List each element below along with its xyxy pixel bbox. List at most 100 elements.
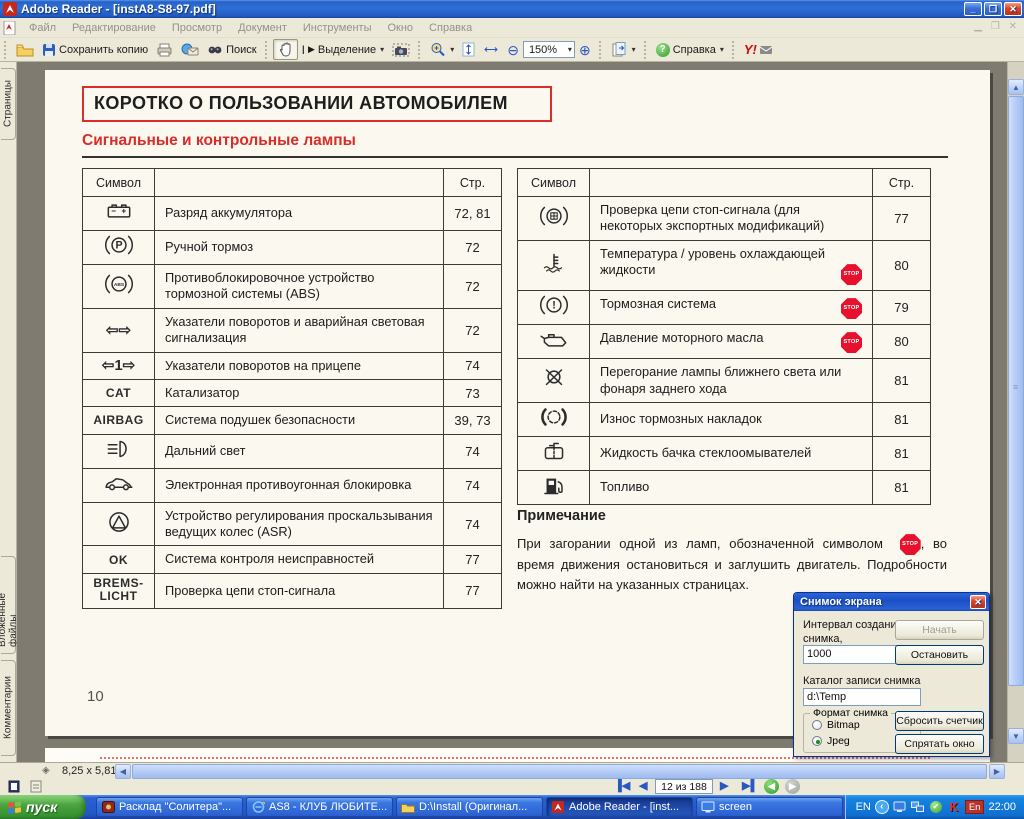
- open-button[interactable]: [12, 39, 38, 60]
- table-row: Износ тормозных накладок81: [518, 402, 931, 436]
- fit-width-button[interactable]: [479, 39, 503, 60]
- antivirus-ok-tray-icon[interactable]: ✔: [929, 801, 943, 814]
- tab-attachments[interactable]: Вложенные файлы: [1, 556, 16, 654]
- taskbar: пуск Расклад "Солитера"...AS8 - КЛУБ ЛЮБ…: [0, 795, 1024, 819]
- taskbar-task-1[interactable]: AS8 - КЛУБ ЛЮБИТЕ...: [246, 797, 393, 817]
- tray-chevron-icon[interactable]: ‹: [875, 800, 889, 814]
- menu-item-4[interactable]: Инструменты: [295, 20, 380, 36]
- minus-circle-icon: ⊖: [507, 43, 519, 57]
- menu-item-0[interactable]: Файл: [21, 20, 64, 36]
- snapshot-button[interactable]: [388, 39, 414, 60]
- taskbar-task-2[interactable]: D:\Install (Оригинал...: [396, 797, 543, 817]
- window-titlebar[interactable]: Adobe Reader - [instA8-S8-97.pdf] _ ❐ ✕: [0, 0, 1024, 18]
- directory-input[interactable]: d:\Temp: [803, 688, 921, 706]
- reset-counter-button[interactable]: Сбросить счетчик: [895, 711, 984, 731]
- taskbar-task-3[interactable]: Adobe Reader - [inst...: [546, 797, 693, 817]
- zoom-in-button[interactable]: ⊕: [575, 39, 595, 60]
- restore-button[interactable]: ❐: [984, 2, 1002, 16]
- stop-sign-icon: STOP: [841, 298, 862, 319]
- menu-item-3[interactable]: Документ: [230, 20, 295, 36]
- signal-lamps-table-right: СимволСтр.Проверка цепи стоп-сигнала (дл…: [517, 168, 931, 505]
- interval-input[interactable]: 1000 ▲▼: [803, 645, 903, 664]
- email-button[interactable]: [177, 39, 203, 60]
- scroll-left-button[interactable]: ◀: [115, 764, 131, 779]
- print-button[interactable]: [152, 39, 177, 60]
- start-button[interactable]: Начать: [895, 620, 984, 640]
- coolant-temp-icon: [538, 261, 570, 278]
- table-row: ⇦1⇨Указатели поворотов на прицепе74: [83, 352, 502, 379]
- page-nav-input[interactable]: 12 из 188: [655, 779, 713, 794]
- system-tray: EN ‹ ✔ K En 22:00: [845, 795, 1024, 819]
- clock[interactable]: 22:00: [988, 801, 1016, 813]
- radio-jpeg[interactable]: [812, 736, 822, 746]
- save-copy-label: Сохранить копию: [59, 44, 148, 56]
- menu-item-6[interactable]: Справка: [421, 20, 480, 36]
- zoom-in-tool-button[interactable]: ▾: [426, 39, 458, 60]
- next-page-button[interactable]: ▶: [720, 779, 728, 792]
- pane-splitter-icon[interactable]: ◈: [42, 765, 50, 776]
- menu-item-1[interactable]: Редактирование: [64, 20, 164, 36]
- mdi-window-buttons[interactable]: ▁ ❐ ✕: [974, 21, 1020, 32]
- scrollbar-thumb[interactable]: [1008, 96, 1024, 686]
- dialog-titlebar[interactable]: Снимок экрана ✕: [794, 593, 989, 611]
- continuous-view-button[interactable]: [28, 780, 44, 794]
- last-page-button[interactable]: ▶▌: [742, 779, 758, 792]
- taskbar-task-0[interactable]: Расклад "Солитера"...: [96, 797, 243, 817]
- yahoo-button[interactable]: Y!: [740, 39, 776, 60]
- select-tool-button[interactable]: I▶ Выделение▾: [298, 39, 389, 60]
- radio-bitmap[interactable]: [812, 720, 822, 730]
- h-scrollbar-thumb[interactable]: [132, 764, 987, 779]
- search-button[interactable]: Поиск: [203, 39, 260, 60]
- toolbar-grip[interactable]: [418, 41, 423, 59]
- table-header-row: СимволСтр.: [83, 169, 502, 197]
- hide-window-button[interactable]: Спрятать окно: [895, 734, 984, 754]
- document-arrow-icon: [611, 42, 628, 57]
- language-badge[interactable]: En: [965, 800, 985, 814]
- toolbar-grip[interactable]: [265, 41, 270, 59]
- prev-page-button[interactable]: ◀: [639, 779, 647, 792]
- directory-label: Каталог записи снимка: [803, 675, 920, 689]
- create-pdf-button[interactable]: ▾: [607, 39, 640, 60]
- tab-comments[interactable]: Комментарии: [1, 660, 16, 756]
- scroll-right-button[interactable]: ▶: [989, 764, 1005, 779]
- toolbar-grip[interactable]: [4, 41, 9, 59]
- fit-page-button[interactable]: [458, 39, 479, 60]
- hand-tool-button[interactable]: [273, 39, 298, 60]
- toolbar-grip[interactable]: [599, 41, 604, 59]
- previous-view-button[interactable]: ◀: [764, 779, 779, 794]
- kaspersky-tray-icon[interactable]: K: [947, 801, 961, 814]
- close-button[interactable]: ✕: [1004, 2, 1022, 16]
- menu-item-2[interactable]: Просмотр: [164, 20, 230, 36]
- taskbar-task-4[interactable]: screen: [696, 797, 843, 817]
- vertical-scrollbar[interactable]: ▶ ▲ ▼: [1007, 62, 1024, 762]
- zoom-out-button[interactable]: ⊖: [503, 39, 523, 60]
- display-tray-icon[interactable]: [893, 801, 907, 814]
- tab-pages[interactable]: Страницы: [1, 68, 16, 140]
- table-row: Устройство регулирования проскаль­зывани…: [83, 502, 502, 546]
- minimize-button[interactable]: _: [964, 2, 982, 16]
- table-row: OKСистема контроля неисправностей77: [83, 546, 502, 573]
- next-view-button[interactable]: ▶: [785, 779, 800, 794]
- svg-text:!: !: [552, 300, 556, 312]
- task-label: Adobe Reader - [inst...: [569, 801, 679, 813]
- table-row: Электронная противоугонная блокировка74: [83, 468, 502, 502]
- scroll-down-button[interactable]: ▼: [1008, 728, 1024, 744]
- help-button[interactable]: ? Справка▾: [652, 39, 728, 60]
- first-page-button[interactable]: ▐◀: [614, 779, 630, 792]
- table-header-row: СимволСтр.: [518, 169, 931, 197]
- zoom-level-select[interactable]: 150%▾: [523, 41, 575, 58]
- save-copy-button[interactable]: Сохранить копию: [38, 39, 152, 60]
- single-page-view-button[interactable]: [6, 780, 22, 794]
- scroll-up-button[interactable]: ▲: [1008, 79, 1024, 95]
- dialog-close-button[interactable]: ✕: [970, 595, 986, 609]
- menu-item-5[interactable]: Окно: [379, 20, 421, 36]
- toolbar-grip[interactable]: [732, 41, 737, 59]
- language-indicator[interactable]: EN: [856, 801, 871, 813]
- column-symbol: Символ: [83, 169, 155, 197]
- start-button[interactable]: пуск: [0, 795, 86, 819]
- stop-sign-icon: STOP: [900, 534, 921, 555]
- doc-rule: [82, 156, 948, 158]
- toolbar-grip[interactable]: [644, 41, 649, 59]
- network-tray-icon[interactable]: [911, 801, 925, 814]
- stop-button[interactable]: Остановить: [895, 645, 984, 665]
